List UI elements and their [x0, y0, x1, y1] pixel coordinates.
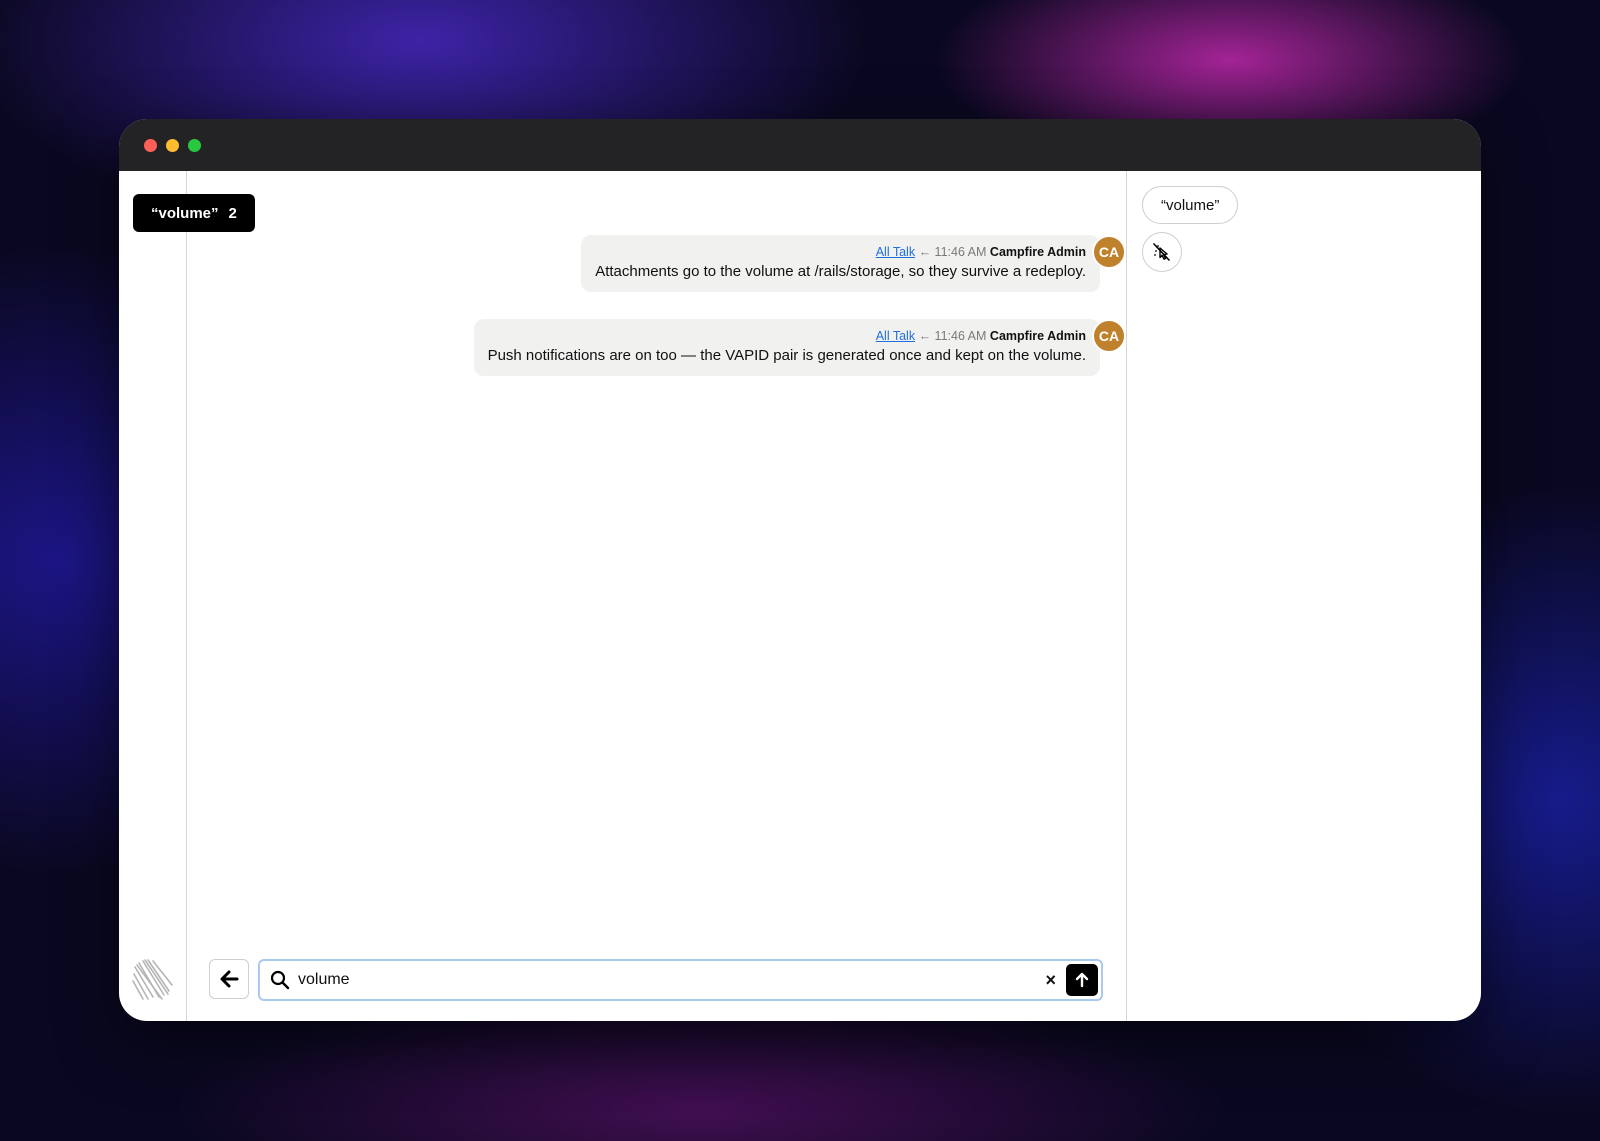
app-content: “volume” 2 All Talk ← 11:46 AM Campfire …: [119, 171, 1481, 1021]
campfire-logo[interactable]: [131, 957, 175, 1003]
message-meta: All Talk ← 11:46 AM Campfire Admin: [595, 245, 1086, 259]
app-window: “volume” 2 All Talk ← 11:46 AM Campfire …: [119, 119, 1481, 1021]
message-bubble: All Talk ← 11:46 AM Campfire Admin Attac…: [581, 235, 1100, 292]
minimize-window-button[interactable]: [166, 138, 179, 152]
clear-icon[interactable]: ×: [1045, 970, 1056, 991]
close-window-button[interactable]: [144, 138, 157, 152]
submit-search-button[interactable]: [1066, 964, 1098, 996]
search-field[interactable]: ×: [258, 959, 1103, 1001]
result-count: 2: [228, 204, 237, 222]
message-text: Attachments go to the volume at /rails/s…: [595, 263, 1086, 280]
search-result-tag[interactable]: “volume” 2: [133, 194, 255, 232]
room-link[interactable]: All Talk: [876, 329, 915, 343]
avatar[interactable]: CA: [1092, 235, 1126, 269]
clear-history-button[interactable]: [1142, 232, 1182, 272]
submit-arrow-icon: [1075, 972, 1089, 988]
message-author: Campfire Admin: [989, 245, 1086, 259]
clear-history-icon: [1153, 243, 1170, 261]
search-results-pane: All Talk ← 11:46 AM Campfire Admin Attac…: [187, 171, 1126, 1021]
message-text: Push notifications are on too — the VAPI…: [487, 347, 1086, 364]
message-author: Campfire Admin: [989, 329, 1086, 343]
zoom-window-button[interactable]: [188, 138, 201, 152]
back-arrow-glyph: ←: [918, 245, 932, 259]
message: All Talk ← 11:46 AM Campfire Admin Attac…: [581, 235, 1126, 292]
back-button[interactable]: [209, 959, 249, 999]
search-tag-label: “volume”: [151, 204, 219, 222]
recent-search-pill[interactable]: “volume”: [1142, 186, 1239, 224]
search-input[interactable]: [298, 971, 1046, 989]
search-composer: ×: [209, 959, 1103, 1001]
message-time: 11:46 AM: [934, 245, 987, 259]
back-arrow-icon: [220, 970, 239, 988]
recent-searches-panel: “volume”: [1126, 171, 1481, 1021]
left-rail: [119, 171, 187, 1021]
message: All Talk ← 11:46 AM Campfire Admin Push …: [473, 319, 1126, 376]
back-arrow-glyph: ←: [918, 329, 932, 343]
message-meta: All Talk ← 11:46 AM Campfire Admin: [488, 329, 1086, 343]
avatar[interactable]: CA: [1092, 319, 1126, 353]
title-bar: [119, 119, 1481, 171]
message-time: 11:46 AM: [934, 329, 987, 343]
room-link[interactable]: All Talk: [876, 245, 915, 259]
search-icon: [270, 970, 290, 990]
message-bubble: All Talk ← 11:46 AM Campfire Admin Push …: [473, 319, 1100, 376]
